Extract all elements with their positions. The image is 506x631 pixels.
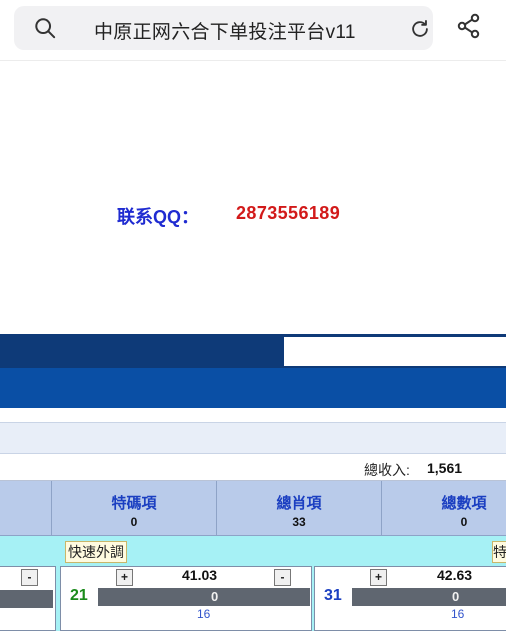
- amount-value: 0: [211, 589, 219, 604]
- reload-icon[interactable]: [409, 18, 431, 40]
- contact-label: 联系QQ：: [117, 207, 200, 227]
- odds-value: 42.63: [437, 567, 473, 583]
- category-count: 0: [130, 515, 138, 529]
- quick-adjust-button[interactable]: 快速外調: [65, 541, 127, 563]
- light-toolbar-band: [0, 422, 506, 454]
- item-number: 21: [70, 587, 88, 604]
- income-row: 總收入: 1,561: [0, 455, 506, 481]
- category-count: 0: [460, 515, 468, 529]
- item-number: 31: [324, 587, 342, 604]
- amount-bar: [352, 588, 506, 606]
- search-icon[interactable]: [34, 17, 56, 39]
- contact-line: 联系QQ： 2873556189: [0, 203, 506, 229]
- category-cell-zongshu[interactable]: 總數項 0: [381, 481, 506, 536]
- income-value: 1,561: [427, 460, 463, 476]
- share-icon[interactable]: [456, 13, 482, 39]
- sub-amount: 16: [197, 607, 211, 621]
- band-spacer: [0, 408, 506, 422]
- minus-button[interactable]: -: [21, 569, 38, 586]
- minus-button[interactable]: -: [274, 569, 291, 586]
- income-label: 總收入:: [364, 462, 410, 478]
- address-bar[interactable]: 中原正网六合下单投注平台v11: [14, 6, 433, 50]
- quick-adjust-button-right[interactable]: 特: [492, 541, 506, 563]
- address-text[interactable]: 中原正网六合下单投注平台v11: [94, 17, 356, 44]
- odds-value: 41.03: [182, 567, 218, 583]
- amount-value: 0: [452, 589, 460, 604]
- bet-item: -: [0, 566, 56, 631]
- category-cell-zongxiao[interactable]: 總肖項 33: [216, 481, 381, 536]
- contact-qq-number: 2873556189: [236, 203, 341, 223]
- category-title: 特碼項: [111, 495, 157, 512]
- category-title: 總數項: [441, 495, 487, 512]
- top-navy-band: [0, 334, 282, 368]
- category-cell-blank: [0, 481, 51, 536]
- plus-button[interactable]: +: [116, 569, 133, 586]
- bet-item: + 42.63 31 0 16: [314, 566, 506, 631]
- plus-button[interactable]: +: [370, 569, 387, 586]
- toolbar-divider: [0, 60, 506, 61]
- sub-amount: 16: [451, 607, 465, 621]
- category-header-row: 特碼項 0 總肖項 33 總數項 0: [0, 481, 506, 536]
- header-input-field[interactable]: [284, 337, 506, 366]
- category-title: 總肖項: [276, 495, 322, 512]
- category-cell-tema[interactable]: 特碼項 0: [51, 481, 216, 536]
- browser-toolbar: 中原正网六合下单投注平台v11: [0, 0, 506, 60]
- bet-item: + 41.03 - 21 0 16: [60, 566, 312, 631]
- amount-bar: [98, 588, 310, 606]
- blue-nav-band: [0, 368, 506, 408]
- category-count: 33: [292, 515, 306, 529]
- amount-bar: [0, 590, 53, 608]
- page-root: 中原正网六合下单投注平台v11 联系QQ： 2873556189 總收入: 1,…: [0, 0, 506, 631]
